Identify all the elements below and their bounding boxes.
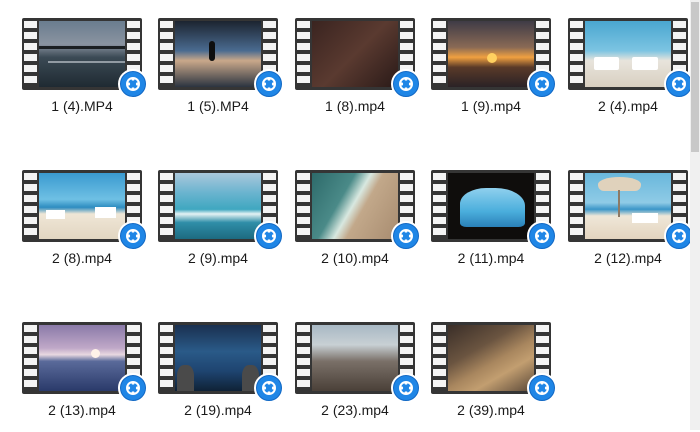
file-item-1[interactable]: 1 (4).MP4 [22, 18, 148, 128]
file-name: 2 (4).mp4 [598, 98, 658, 114]
file-item-10[interactable]: 2 (12).mp4 [568, 170, 694, 280]
file-name: 1 (5).MP4 [187, 98, 249, 114]
video-player-icon [527, 221, 557, 251]
file-name: 2 (8).mp4 [52, 250, 112, 266]
video-thumbnail [22, 170, 148, 251]
vertical-scrollbar[interactable] [690, 0, 700, 430]
video-thumbnail [568, 18, 694, 99]
file-name: 2 (9).mp4 [188, 250, 248, 266]
video-thumbnail [22, 322, 148, 403]
video-thumbnail [431, 170, 557, 251]
video-player-icon [391, 373, 421, 403]
file-name: 2 (39).mp4 [457, 402, 525, 418]
file-name: 1 (9).mp4 [461, 98, 521, 114]
video-player-icon [118, 221, 148, 251]
video-thumbnail [431, 322, 557, 403]
file-name: 2 (23).mp4 [321, 402, 389, 418]
file-item-6[interactable]: 2 (8).mp4 [22, 170, 148, 280]
video-player-icon [118, 69, 148, 99]
file-name: 1 (8).mp4 [325, 98, 385, 114]
video-player-icon [391, 221, 421, 251]
file-item-2[interactable]: 1 (5).MP4 [158, 18, 284, 128]
file-item-3[interactable]: 1 (8).mp4 [295, 18, 421, 128]
video-thumbnail [158, 322, 284, 403]
file-name: 2 (19).mp4 [184, 402, 252, 418]
file-item-9[interactable]: 2 (11).mp4 [431, 170, 557, 280]
video-player-icon [254, 69, 284, 99]
video-thumbnail [568, 170, 694, 251]
video-player-icon [527, 373, 557, 403]
file-item-4[interactable]: 1 (9).mp4 [431, 18, 557, 128]
video-player-icon [118, 373, 148, 403]
video-thumbnail [295, 18, 421, 99]
file-item-14[interactable]: 2 (39).mp4 [431, 322, 557, 432]
video-thumbnail [158, 170, 284, 251]
file-item-12[interactable]: 2 (19).mp4 [158, 322, 284, 432]
video-player-icon [527, 69, 557, 99]
video-thumbnail [22, 18, 148, 99]
file-name: 2 (13).mp4 [48, 402, 116, 418]
video-thumbnail [295, 322, 421, 403]
scrollbar-thumb[interactable] [691, 2, 699, 152]
file-name: 1 (4).MP4 [51, 98, 113, 114]
file-grid: 1 (4).MP4 1 (5).MP4 1 (8).mp4 1 (9).mp4 … [0, 0, 694, 432]
file-name: 2 (12).mp4 [594, 250, 662, 266]
file-item-7[interactable]: 2 (9).mp4 [158, 170, 284, 280]
file-item-13[interactable]: 2 (23).mp4 [295, 322, 421, 432]
video-thumbnail [295, 170, 421, 251]
video-thumbnail [431, 18, 557, 99]
video-player-icon [254, 221, 284, 251]
file-name: 2 (10).mp4 [321, 250, 389, 266]
video-thumbnail [158, 18, 284, 99]
video-player-icon [254, 373, 284, 403]
file-item-8[interactable]: 2 (10).mp4 [295, 170, 421, 280]
file-name: 2 (11).mp4 [457, 250, 525, 266]
file-item-5[interactable]: 2 (4).mp4 [568, 18, 694, 128]
file-item-11[interactable]: 2 (13).mp4 [22, 322, 148, 432]
video-player-icon [391, 69, 421, 99]
